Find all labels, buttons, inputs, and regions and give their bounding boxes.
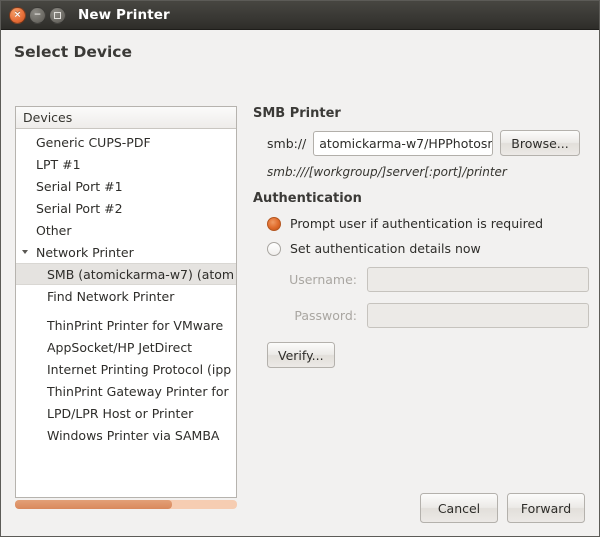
list-item[interactable]: Other bbox=[16, 219, 236, 241]
title-bar: × − New Printer bbox=[1, 1, 599, 30]
maximize-icon[interactable] bbox=[49, 6, 66, 24]
smb-section-title: SMB Printer bbox=[253, 106, 341, 121]
list-item-label: ThinPrint Printer for VMware bbox=[47, 317, 224, 333]
username-field bbox=[367, 267, 589, 292]
list-item-label: LPT #1 bbox=[36, 156, 81, 172]
username-row: Username: bbox=[253, 267, 589, 292]
verify-row: Verify... bbox=[253, 342, 589, 368]
list-item[interactable]: ThinPrint Printer for VMware bbox=[16, 314, 236, 336]
list-item-label: Generic CUPS-PDF bbox=[36, 134, 151, 150]
password-field bbox=[367, 303, 589, 328]
list-item-label: Network Printer bbox=[36, 244, 134, 260]
list-item[interactable]: Network Printer bbox=[16, 241, 236, 263]
radio-prompt-user-label: Prompt user if authentication is require… bbox=[290, 216, 544, 231]
verify-button[interactable]: Verify... bbox=[267, 342, 335, 368]
dialog-body: Select Device Devices Generic CUPS-PDF LP… bbox=[1, 30, 599, 536]
forward-button[interactable]: Forward bbox=[507, 493, 585, 523]
cancel-button[interactable]: Cancel bbox=[420, 493, 498, 523]
smb-printer-panel: SMB Printer smb:// atomickarma-w7/HPPhot… bbox=[253, 106, 589, 368]
list-item[interactable]: Find Network Printer bbox=[16, 285, 236, 307]
radio-set-auth-now-label: Set authentication details now bbox=[290, 241, 481, 256]
list-item[interactable]: ThinPrint Gateway Printer for bbox=[16, 380, 236, 402]
smb-uri-hint: smb:///[workgroup/]server[:port]/printer bbox=[267, 165, 507, 179]
list-item-label: AppSocket/HP JetDirect bbox=[47, 339, 193, 355]
list-item[interactable]: LPT #1 bbox=[16, 153, 236, 175]
list-item[interactable]: LPD/LPR Host or Printer bbox=[16, 402, 236, 424]
device-list[interactable]: Devices Generic CUPS-PDF LPT #1 Serial Por… bbox=[15, 106, 237, 498]
radio-set-auth-now[interactable]: Set authentication details now bbox=[253, 241, 589, 256]
list-item[interactable]: Internet Printing Protocol (ipp bbox=[16, 358, 236, 380]
list-item-label: SMB (atomickarma-w7) (atom bbox=[47, 266, 235, 282]
browse-button[interactable]: Browse... bbox=[500, 130, 580, 156]
list-item-label: Internet Printing Protocol (ipp bbox=[47, 361, 232, 377]
list-item[interactable]: AppSocket/HP JetDirect bbox=[16, 336, 236, 358]
device-list-hscrollbar-thumb[interactable] bbox=[15, 500, 172, 509]
radio-prompt-user[interactable]: Prompt user if authentication is require… bbox=[253, 216, 589, 231]
list-item-label: Find Network Printer bbox=[47, 288, 175, 304]
list-item-label: Other bbox=[36, 222, 72, 238]
device-list-header: Devices bbox=[16, 107, 236, 129]
password-label: Password: bbox=[294, 308, 357, 323]
maximize-glyph bbox=[54, 11, 61, 19]
minimize-glyph: − bbox=[33, 9, 42, 20]
minimize-icon[interactable]: − bbox=[29, 6, 46, 24]
list-item[interactable]: Serial Port #2 bbox=[16, 197, 236, 219]
authentication-section-title: Authentication bbox=[253, 191, 362, 206]
list-item[interactable]: Windows Printer via SAMBA bbox=[16, 424, 236, 446]
list-item[interactable]: Generic CUPS-PDF bbox=[16, 131, 236, 153]
smb-scheme-label: smb:// bbox=[267, 135, 307, 151]
list-item[interactable]: Serial Port #1 bbox=[16, 175, 236, 197]
list-item-label: LPD/LPR Host or Printer bbox=[47, 405, 194, 421]
list-item-label: ThinPrint Gateway Printer for bbox=[47, 383, 229, 399]
chevron-down-icon[interactable] bbox=[22, 250, 28, 254]
list-item-label: Windows Printer via SAMBA bbox=[47, 427, 220, 443]
radio-set-auth-now-icon[interactable] bbox=[267, 241, 281, 256]
page-title: Select Device bbox=[14, 43, 132, 61]
smb-uri-row: smb:// atomickarma-w7/HPPhotosmart Brows… bbox=[253, 130, 589, 156]
list-item-label: Serial Port #1 bbox=[36, 178, 123, 194]
dialog-footer: Cancel Forward bbox=[420, 493, 585, 523]
smb-uri-input[interactable]: atomickarma-w7/HPPhotosmart bbox=[313, 130, 494, 156]
window-title: New Printer bbox=[78, 7, 170, 23]
close-glyph: × bbox=[13, 9, 22, 20]
list-item[interactable]: SMB (atomickarma-w7) (atom bbox=[16, 263, 236, 285]
password-row: Password: bbox=[253, 303, 589, 328]
device-list-rows[interactable]: Generic CUPS-PDF LPT #1 Serial Port #1 Seri… bbox=[16, 129, 236, 497]
device-list-hscrollbar[interactable] bbox=[15, 500, 237, 509]
window-controls: × − bbox=[9, 6, 66, 24]
username-label: Username: bbox=[289, 272, 357, 287]
radio-prompt-user-icon[interactable] bbox=[267, 216, 281, 231]
new-printer-dialog: × − New Printer Select Device Devices Ge… bbox=[0, 0, 600, 537]
list-item-label: Serial Port #2 bbox=[36, 200, 123, 216]
close-icon[interactable]: × bbox=[9, 6, 26, 24]
